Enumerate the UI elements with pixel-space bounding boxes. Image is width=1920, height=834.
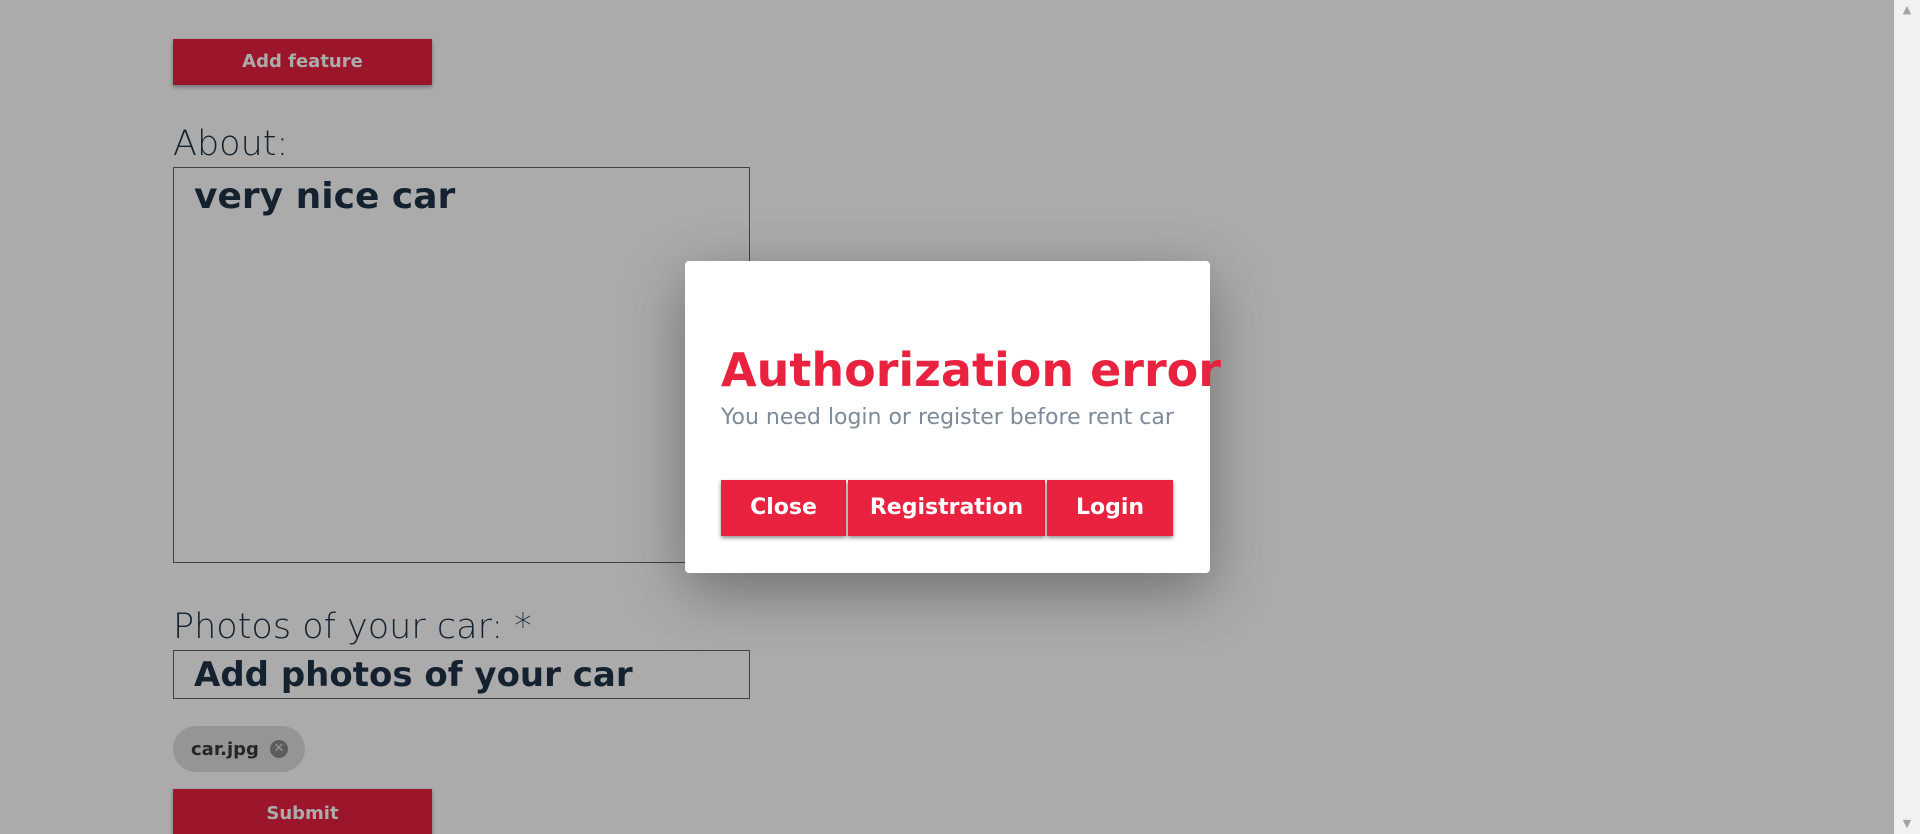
authorization-error-dialog: Authorization error You need login or re…	[685, 261, 1221, 573]
triangle-up-icon[interactable]: ▲	[1894, 0, 1920, 20]
vertical-scrollbar[interactable]: ▲ ▼	[1894, 0, 1920, 834]
dialog-title: Authorization error	[721, 343, 1221, 397]
login-button[interactable]: Login	[1047, 480, 1173, 536]
dialog-actions: Close Registration Login	[721, 480, 1173, 536]
dialog-message: You need login or register before rent c…	[721, 405, 1174, 430]
triangle-down-icon[interactable]: ▼	[1894, 814, 1920, 834]
registration-button[interactable]: Registration	[848, 480, 1045, 536]
close-button[interactable]: Close	[721, 480, 846, 536]
